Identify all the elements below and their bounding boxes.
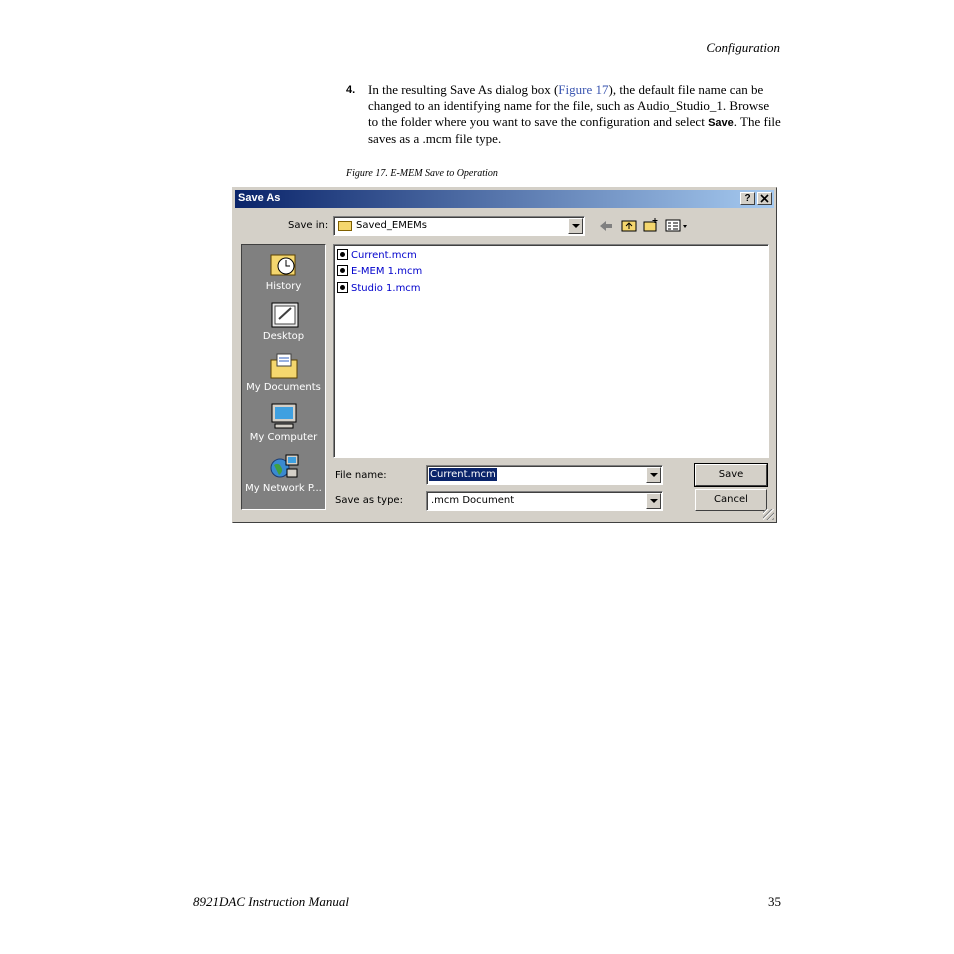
file-item[interactable]: Current.mcm — [337, 249, 417, 261]
save-button[interactable]: Save — [694, 463, 768, 487]
save-in-value: Saved_EMEMs — [356, 220, 427, 231]
place-my-documents[interactable]: My Documents — [242, 352, 325, 393]
step-text-part: In the resulting Save As dialog box ( — [368, 82, 559, 97]
dialog-title: Save As — [238, 192, 281, 204]
chevron-down-icon[interactable] — [646, 467, 661, 483]
place-desktop[interactable]: Desktop — [242, 301, 325, 342]
place-my-network[interactable]: My Network P... — [242, 453, 325, 494]
file-name: E-MEM 1.mcm — [351, 266, 423, 277]
place-label: My Computer — [249, 432, 318, 443]
page-number: 35 — [768, 894, 781, 909]
file-item[interactable]: E-MEM 1.mcm — [337, 265, 422, 277]
file-name-combo[interactable]: Current.mcm — [426, 465, 663, 485]
figure-caption: Figure 17. E-MEM Save to Operation — [346, 168, 498, 179]
mcm-file-icon — [337, 265, 348, 276]
save-in-label: Save in: — [288, 220, 329, 231]
up-folder-icon[interactable] — [621, 218, 637, 232]
history-icon — [269, 251, 299, 279]
manual-title: 8921DAC Instruction Manual — [193, 894, 349, 909]
step-number: 4. — [346, 84, 356, 96]
my-computer-icon — [269, 402, 299, 430]
help-button[interactable]: ? — [740, 192, 755, 205]
my-documents-icon — [269, 352, 299, 380]
close-icon — [760, 194, 769, 203]
place-my-computer[interactable]: My Computer — [242, 402, 325, 443]
new-folder-icon[interactable] — [643, 217, 659, 232]
file-name: Studio 1.mcm — [351, 283, 421, 294]
section-header: Configuration — [706, 40, 780, 55]
save-as-dialog: Save As ? Save in: Saved_EMEMs History D… — [232, 187, 777, 523]
dialog-titlebar: Save As ? — [235, 190, 774, 208]
step-text: In the resulting Save As dialog box (Fig… — [368, 82, 782, 147]
places-bar: History Desktop My Documents My Computer… — [241, 244, 326, 510]
save-keyword: Save — [708, 117, 734, 129]
desktop-icon — [269, 301, 299, 329]
chevron-down-icon[interactable] — [646, 493, 661, 509]
mcm-file-icon — [337, 282, 348, 293]
figure-link[interactable]: Figure 17 — [558, 82, 608, 97]
file-name-label: File name: — [335, 470, 387, 481]
file-list[interactable]: Current.mcm E-MEM 1.mcm Studio 1.mcm — [333, 244, 769, 458]
save-as-type-combo[interactable]: .mcm Document — [426, 491, 663, 511]
place-label: My Documents — [246, 382, 321, 393]
save-as-type-label: Save as type: — [335, 495, 403, 506]
resize-grip[interactable] — [763, 509, 774, 520]
close-button[interactable] — [757, 192, 772, 205]
mcm-file-icon — [337, 249, 348, 260]
view-menu-icon[interactable] — [665, 219, 689, 232]
save-in-combo[interactable]: Saved_EMEMs — [333, 216, 585, 236]
place-label: Desktop — [262, 331, 305, 342]
file-name-input[interactable]: Current.mcm — [429, 468, 497, 481]
file-name: Current.mcm — [351, 250, 417, 261]
chevron-down-icon[interactable] — [568, 218, 583, 234]
folder-icon — [338, 221, 352, 231]
my-network-places-icon — [269, 453, 299, 481]
place-label: History — [265, 281, 302, 292]
place-label: My Network P... — [245, 483, 322, 494]
save-as-type-value: .mcm Document — [431, 495, 515, 506]
place-history[interactable]: History — [242, 251, 325, 292]
back-arrow-icon[interactable] — [599, 220, 613, 232]
cancel-button[interactable]: Cancel — [695, 489, 767, 511]
file-item[interactable]: Studio 1.mcm — [337, 282, 421, 294]
